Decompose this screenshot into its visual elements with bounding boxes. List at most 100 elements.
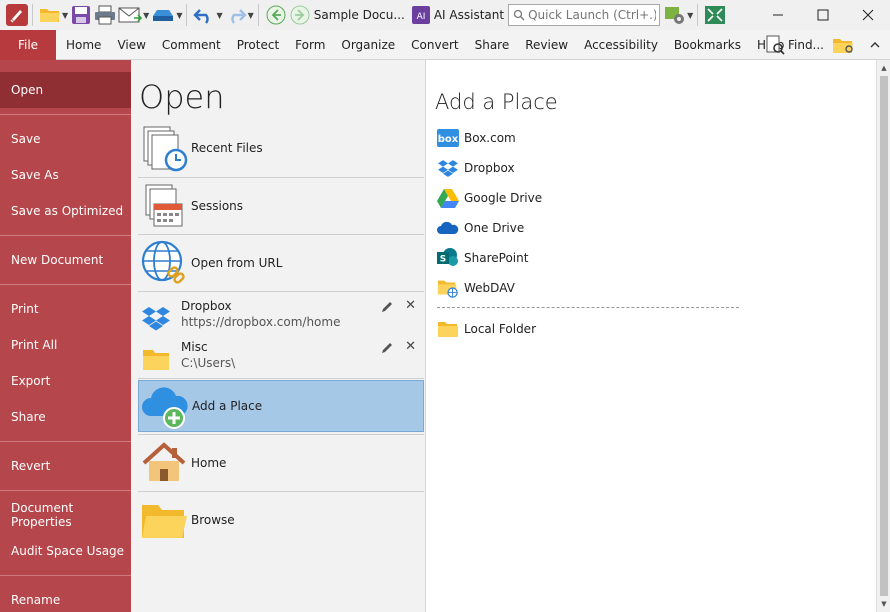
home-label: Home <box>191 456 227 470</box>
open-from-url-item[interactable]: Open from URL <box>138 235 424 291</box>
forward-button[interactable] <box>289 3 311 27</box>
chevron-down-icon[interactable]: ▼ <box>143 11 149 20</box>
home-item[interactable]: Home <box>138 435 424 491</box>
customize-button[interactable]: ▼ <box>664 3 693 27</box>
collapse-ribbon-button[interactable] <box>864 33 886 57</box>
list-divider <box>138 378 424 379</box>
menu-divider <box>0 441 131 442</box>
page-title: Open <box>139 78 225 116</box>
tab-accessibility[interactable]: Accessibility <box>576 30 666 60</box>
sessions-item[interactable]: Sessions <box>138 178 424 234</box>
arrow-left-icon <box>266 5 286 25</box>
save-disk-icon <box>72 6 91 24</box>
svg-text:S: S <box>440 255 446 265</box>
service-sharepoint[interactable]: S SharePoint <box>437 246 528 270</box>
menu-divider <box>0 284 131 285</box>
browse-item[interactable]: Browse <box>138 492 424 548</box>
file-menu-new-document[interactable]: New Document <box>0 242 131 278</box>
tab-file[interactable]: File <box>0 29 56 60</box>
document-tab[interactable]: Sample Docu... <box>314 8 405 22</box>
toolbar-divider <box>186 4 188 26</box>
printer-icon <box>95 5 116 25</box>
file-menu-audit-space[interactable]: Audit Space Usage <box>0 533 131 569</box>
open-folder-button[interactable]: ▼ <box>39 3 68 27</box>
file-menu-save[interactable]: Save <box>0 121 131 157</box>
file-menu-document-properties[interactable]: Document Properties <box>0 497 131 533</box>
search-folder-button[interactable] <box>832 33 856 57</box>
service-google-drive[interactable]: Google Drive <box>437 186 542 210</box>
service-one-drive[interactable]: One Drive <box>437 216 524 240</box>
tab-form[interactable]: Form <box>287 30 333 60</box>
scan-button[interactable]: ▼ <box>151 3 182 27</box>
service-box[interactable]: box Box.com <box>437 126 516 150</box>
place-item-dropbox[interactable]: Dropbox https://dropbox.com/home ✕ <box>138 298 424 338</box>
quick-launch-input[interactable] <box>528 8 657 22</box>
tab-home[interactable]: Home <box>58 30 109 60</box>
home-icon <box>142 442 186 481</box>
redo-button[interactable]: ▼ <box>225 3 254 27</box>
scroll-down-arrow-icon[interactable]: ▼ <box>877 596 890 612</box>
place-item-misc[interactable]: Misc C:\Users\ ✕ <box>138 339 424 379</box>
close-icon[interactable]: ✕ <box>405 339 416 354</box>
back-button[interactable] <box>265 3 287 27</box>
local-folder-item[interactable]: Local Folder <box>437 317 536 341</box>
tab-organize[interactable]: Organize <box>333 30 403 60</box>
tab-view[interactable]: View <box>109 30 153 60</box>
save-button[interactable] <box>70 3 92 27</box>
file-menu-print-all[interactable]: Print All <box>0 327 131 363</box>
chevron-down-icon[interactable]: ▼ <box>62 11 68 20</box>
file-menu-share[interactable]: Share <box>0 399 131 435</box>
chevron-down-icon[interactable]: ▼ <box>176 11 182 20</box>
fullscreen-icon <box>705 6 726 24</box>
google-drive-icon <box>437 189 459 208</box>
maximize-button[interactable] <box>800 0 845 30</box>
recent-files-item[interactable]: Recent Files <box>138 120 424 176</box>
close-icon <box>862 9 873 21</box>
find-label: Find... <box>787 38 824 52</box>
tab-comment[interactable]: Comment <box>154 30 229 60</box>
pencil-icon[interactable] <box>380 300 394 314</box>
service-dropbox[interactable]: Dropbox <box>437 156 515 180</box>
email-button[interactable]: ▼ <box>118 3 149 27</box>
file-menu-open[interactable]: Open <box>0 72 131 108</box>
file-menu-export[interactable]: Export <box>0 363 131 399</box>
undo-button[interactable]: ▼ <box>193 3 223 27</box>
tab-convert[interactable]: Convert <box>403 30 466 60</box>
ai-assistant-button[interactable]: AI AI Assistant <box>411 3 504 27</box>
app-logo-icon[interactable] <box>6 4 28 26</box>
vertical-scrollbar[interactable]: ▲ ▼ <box>876 60 890 612</box>
chevron-down-icon[interactable]: ▼ <box>687 11 693 20</box>
chevron-down-icon[interactable]: ▼ <box>216 11 222 20</box>
tab-share[interactable]: Share <box>467 30 518 60</box>
file-menu-print[interactable]: Print <box>0 291 131 327</box>
folder-icon <box>142 505 187 538</box>
minimize-button[interactable] <box>755 0 800 30</box>
title-bar: ▼ ▼ ▼ ▼ ▼ Sample Docu... AI AI Assistant… <box>0 0 890 30</box>
place-name: Misc <box>181 340 208 354</box>
file-menu-save-as[interactable]: Save As <box>0 157 131 193</box>
file-menu-revert[interactable]: Revert <box>0 448 131 484</box>
tab-protect[interactable]: Protect <box>229 30 287 60</box>
print-button[interactable] <box>94 3 116 27</box>
file-menu-rename[interactable]: Rename <box>0 582 131 612</box>
tab-bookmarks[interactable]: Bookmarks <box>666 30 749 60</box>
close-icon[interactable]: ✕ <box>405 298 416 313</box>
folder-icon <box>438 322 458 337</box>
chevron-up-icon <box>870 42 880 48</box>
quick-launch-box[interactable] <box>508 4 661 26</box>
scrollbar-thumb[interactable] <box>880 76 888 596</box>
find-button[interactable]: Find... <box>765 33 824 57</box>
menu-divider <box>0 235 131 236</box>
add-a-place-item[interactable]: Add a Place <box>138 380 424 432</box>
fullscreen-button[interactable] <box>704 3 726 27</box>
scroll-up-arrow-icon[interactable]: ▲ <box>877 60 890 76</box>
find-document-icon <box>766 35 785 55</box>
close-window-button[interactable] <box>845 0 890 30</box>
file-menu-save-optimized[interactable]: Save as Optimized <box>0 193 131 229</box>
chevron-down-icon[interactable]: ▼ <box>248 11 254 20</box>
tab-review[interactable]: Review <box>517 30 576 60</box>
maximize-icon <box>817 9 828 21</box>
ai-assistant-label: AI Assistant <box>433 8 505 22</box>
service-webdav[interactable]: WebDAV <box>437 276 515 300</box>
pencil-icon[interactable] <box>380 341 394 355</box>
